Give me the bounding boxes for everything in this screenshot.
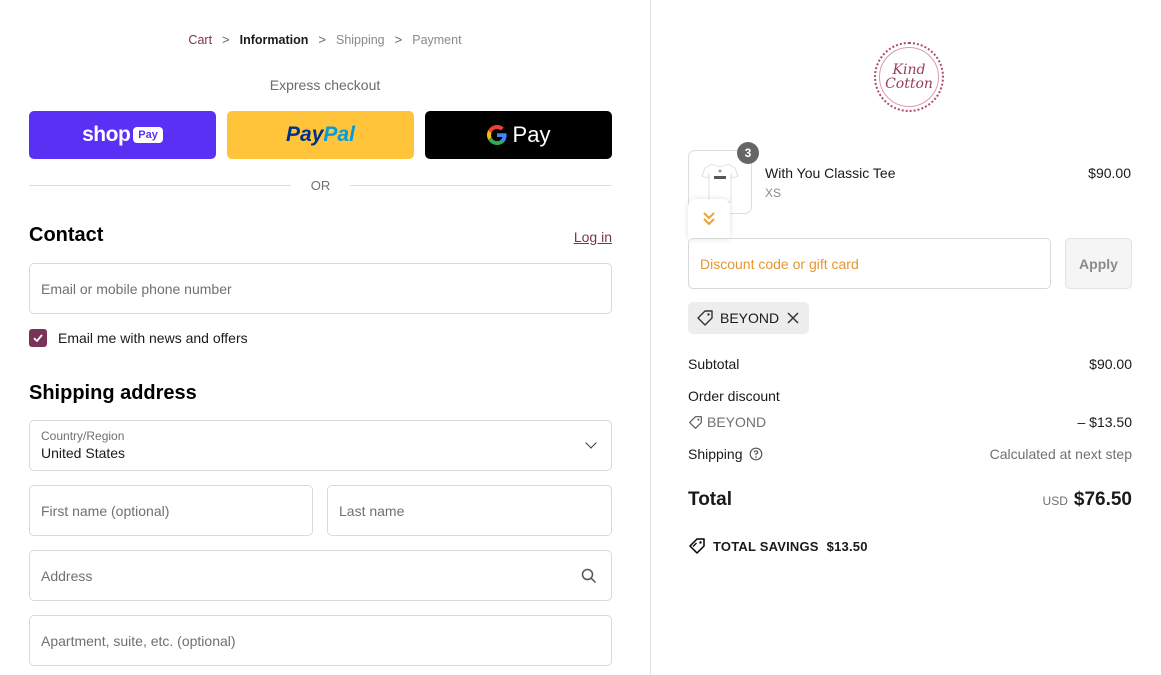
country-value: United States (41, 445, 126, 461)
shipping-label-group: Shipping (688, 446, 763, 462)
divider-line (29, 185, 291, 186)
order-discount-label: Order discount (688, 388, 780, 404)
google-pay-button[interactable]: Pay (425, 111, 612, 159)
apartment-placeholder: Apartment, suite, etc. (optional) (41, 632, 236, 649)
google-g-icon (486, 125, 507, 145)
tshirt-icon (701, 163, 739, 203)
apply-discount-button[interactable]: Apply (1065, 238, 1132, 289)
newsletter-label: Email me with news and offers (58, 330, 248, 346)
total-amount-group: USD $76.50 (1043, 489, 1132, 511)
help-circle-icon[interactable] (749, 447, 763, 461)
logo-text-line2: Cotton (885, 76, 933, 92)
subtotal-label: Subtotal (688, 356, 740, 372)
subtotal-value: $90.00 (1089, 356, 1132, 372)
product-name: With You Classic Tee (765, 165, 896, 181)
applied-discount-chip: BEYOND (688, 302, 810, 334)
search-icon (581, 568, 597, 584)
paypal-logo: PayPal (286, 123, 355, 147)
tag-icon (689, 415, 702, 429)
quantity-badge: 3 (737, 142, 759, 164)
savings-label: TOTAL SAVINGS (713, 538, 819, 554)
email-field[interactable]: Email or mobile phone number (29, 263, 612, 314)
breadcrumb-separator: > (222, 32, 230, 47)
discount-value: – $13.50 (1077, 414, 1133, 430)
order-summary-panel: Kind Cotton 3 With You Classic Tee XS $9… (651, 0, 1161, 675)
logo-seal: Kind Cotton (879, 47, 939, 107)
contact-title: Contact (29, 224, 104, 246)
discount-code-row: BEYOND – $13.50 (688, 414, 1132, 430)
total-currency: USD (1042, 494, 1068, 508)
newsletter-option: Email me with news and offers (29, 329, 248, 347)
or-divider: OR (29, 178, 612, 193)
address-field[interactable]: Address (29, 550, 612, 601)
address-placeholder: Address (41, 567, 93, 584)
breadcrumb-cart[interactable]: Cart (188, 33, 212, 47)
total-savings: TOTAL SAVINGS $13.50 (688, 537, 868, 555)
email-placeholder: Email or mobile phone number (41, 280, 232, 297)
express-checkout-title: Express checkout (269, 77, 381, 93)
subtotal-row: Subtotal $90.00 (688, 356, 1132, 372)
savings-value: $13.50 (826, 538, 868, 554)
checkmark-icon (33, 334, 43, 343)
logo-text-line1: Kind (892, 62, 926, 78)
divider-line (350, 185, 612, 186)
product-price: $90.00 (1088, 165, 1131, 181)
or-label: OR (310, 178, 331, 193)
breadcrumb-information: Information (239, 32, 309, 47)
chevron-down-icon (585, 437, 597, 449)
country-label: Country/Region (41, 429, 125, 443)
last-name-placeholder: Last name (339, 502, 405, 519)
shop-pay-button[interactable]: shop Pay (29, 111, 216, 159)
breadcrumb-shipping: Shipping (335, 32, 385, 47)
breadcrumb-separator: > (394, 32, 403, 47)
store-logo: Kind Cotton (874, 42, 944, 112)
discount-code-label: BEYOND (707, 414, 767, 430)
total-row: Total USD $76.50 (688, 489, 1132, 511)
applied-code-label: BEYOND (720, 310, 780, 326)
total-value: $76.50 (1073, 489, 1132, 510)
breadcrumb-payment: Payment (412, 32, 462, 47)
apartment-field[interactable]: Apartment, suite, etc. (optional) (29, 615, 612, 666)
shipping-value: Calculated at next step (989, 446, 1132, 462)
country-select[interactable]: Country/Region United States (29, 420, 612, 471)
discount-code-tag: BEYOND (688, 414, 766, 430)
shop-pay-logo: shop (82, 123, 131, 146)
paypal-logo-part2: Pal (323, 123, 355, 146)
scroll-hint-button[interactable] (688, 199, 730, 239)
first-name-field[interactable]: First name (optional) (29, 485, 313, 536)
newsletter-checkbox[interactable] (29, 329, 47, 347)
remove-discount-button[interactable] (787, 312, 799, 324)
discount-placeholder: Discount code or gift card (700, 255, 859, 272)
login-link[interactable]: Log in (574, 229, 612, 245)
first-name-placeholder: First name (optional) (41, 502, 170, 519)
paypal-button[interactable]: PayPal (227, 111, 414, 159)
tag-icon (689, 538, 705, 554)
order-discount-row: Order discount (688, 388, 1132, 404)
last-name-field[interactable]: Last name (327, 485, 612, 536)
breadcrumb: Cart > Information > Shipping > Payment (0, 32, 650, 47)
shipping-address-title: Shipping address (29, 382, 197, 404)
close-icon (787, 312, 799, 324)
product-variant: XS (765, 186, 782, 200)
checkout-form-panel: Cart > Information > Shipping > Payment … (0, 0, 650, 675)
shipping-label: Shipping (688, 446, 743, 462)
google-pay-label: Pay (512, 122, 551, 147)
breadcrumb-separator: > (318, 32, 326, 47)
shipping-row: Shipping Calculated at next step (688, 446, 1132, 462)
tag-icon (697, 310, 713, 326)
double-chevron-down-icon (703, 212, 715, 226)
paypal-logo-part1: Pay (286, 123, 324, 146)
shop-pay-badge: Pay (133, 127, 163, 143)
discount-code-input[interactable]: Discount code or gift card (688, 238, 1051, 289)
total-label: Total (688, 489, 732, 510)
